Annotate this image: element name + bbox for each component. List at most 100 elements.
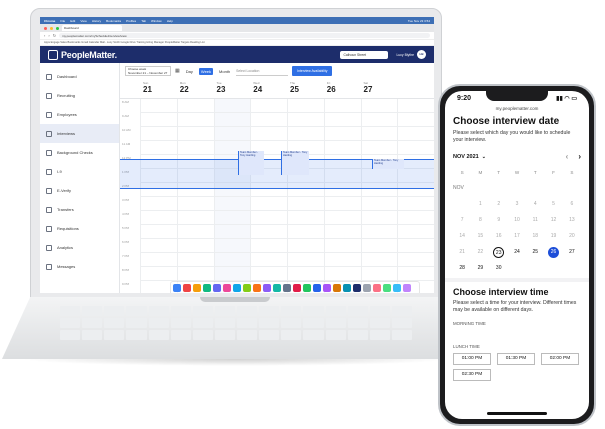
time-cell[interactable] xyxy=(251,211,287,225)
time-cell[interactable] xyxy=(177,99,214,113)
dock-app-icon[interactable] xyxy=(253,284,261,292)
sidebar-item-employees[interactable]: Employees xyxy=(40,105,119,124)
view-month-button[interactable]: Month xyxy=(217,68,232,75)
time-cell[interactable] xyxy=(177,211,214,225)
time-cell[interactable] xyxy=(361,197,398,211)
time-cell[interactable] xyxy=(324,267,361,281)
time-cell[interactable] xyxy=(324,197,361,211)
time-cell[interactable] xyxy=(141,253,177,267)
day-header[interactable]: Thu 25 xyxy=(287,79,324,98)
location-select[interactable]: Select Location xyxy=(236,67,289,76)
time-cell[interactable] xyxy=(288,127,324,141)
day-column[interactable] xyxy=(360,99,398,293)
time-cell[interactable] xyxy=(251,253,287,267)
time-cell[interactable] xyxy=(251,239,287,253)
time-cell[interactable] xyxy=(214,211,251,225)
time-cell[interactable] xyxy=(141,99,177,113)
selected-date[interactable]: 26 xyxy=(548,247,560,258)
time-slot[interactable]: 02:00 PM xyxy=(541,353,579,365)
day-header[interactable]: Wed 24 xyxy=(250,79,287,98)
menubar-item[interactable]: View xyxy=(80,19,86,23)
time-cell[interactable] xyxy=(398,99,434,113)
time-cell[interactable] xyxy=(288,253,324,267)
sidebar-item-dashboard[interactable]: Dashboard xyxy=(40,67,119,86)
menubar-item[interactable]: Help xyxy=(167,19,173,23)
sidebar-item-transfers[interactable]: Transfers xyxy=(40,200,119,219)
menubar-item[interactable]: Edit xyxy=(70,19,75,23)
dock-app-icon[interactable] xyxy=(243,284,251,292)
calendar-icon[interactable]: ▦ xyxy=(175,68,180,74)
menubar-item[interactable]: History xyxy=(92,19,101,23)
week-picker[interactable]: Choose week November 21 – November 27 xyxy=(125,66,171,76)
forward-icon[interactable]: › xyxy=(48,33,49,38)
time-slot[interactable]: 01:30 PM xyxy=(497,353,535,365)
dock-app-icon[interactable] xyxy=(233,284,241,292)
time-cell[interactable] xyxy=(288,211,324,225)
interview-event[interactable]: Team Member - Tony Harding xyxy=(281,151,309,175)
calendar-day[interactable]: 25 xyxy=(526,247,544,258)
interview-availability-button[interactable]: Interview Availability xyxy=(292,66,333,76)
reload-icon[interactable]: ↻ xyxy=(53,33,56,38)
day-column[interactable] xyxy=(323,99,361,293)
time-cell[interactable] xyxy=(214,197,251,211)
time-cell[interactable] xyxy=(214,225,251,239)
time-cell[interactable] xyxy=(214,99,251,113)
month-select[interactable]: NOV 2021 xyxy=(453,154,479,160)
time-cell[interactable] xyxy=(177,267,214,281)
time-cell[interactable] xyxy=(361,113,398,127)
time-cell[interactable] xyxy=(141,141,177,155)
time-cell[interactable] xyxy=(141,267,177,281)
time-cell[interactable] xyxy=(324,113,361,127)
menubar-item[interactable]: Tab xyxy=(141,19,146,23)
time-cell[interactable] xyxy=(398,253,434,267)
dock-app-icon[interactable] xyxy=(373,284,381,292)
time-cell[interactable] xyxy=(324,127,361,141)
time-cell[interactable] xyxy=(214,127,251,141)
time-cell[interactable] xyxy=(398,239,434,253)
sidebar-item-recruiting[interactable]: Recruiting xyxy=(40,86,119,105)
dock-app-icon[interactable] xyxy=(173,284,181,292)
time-cell[interactable] xyxy=(398,127,434,141)
dock-app-icon[interactable] xyxy=(263,284,271,292)
menubar-item[interactable]: Bookmarks xyxy=(106,19,121,23)
day-column[interactable] xyxy=(140,99,177,293)
time-cell[interactable] xyxy=(324,225,361,239)
time-cell[interactable] xyxy=(398,197,434,211)
time-cell[interactable] xyxy=(361,253,398,267)
day-header[interactable]: Fri 26 xyxy=(324,79,361,98)
dock-app-icon[interactable] xyxy=(343,284,351,292)
menubar-item[interactable]: File xyxy=(60,19,65,23)
time-cell[interactable] xyxy=(141,127,177,141)
dock-app-icon[interactable] xyxy=(273,284,281,292)
time-cell[interactable] xyxy=(398,113,434,127)
dock-app-icon[interactable] xyxy=(193,284,201,292)
dock-app-icon[interactable] xyxy=(363,284,371,292)
time-cell[interactable] xyxy=(288,267,324,281)
sidebar-item-requisitions[interactable]: Requisitions xyxy=(40,219,119,238)
time-cell[interactable] xyxy=(177,127,214,141)
time-cell[interactable] xyxy=(214,253,251,267)
sidebar-item-i-9[interactable]: I-9 xyxy=(40,162,119,181)
time-cell[interactable] xyxy=(324,253,361,267)
day-column[interactable] xyxy=(176,99,214,293)
time-cell[interactable] xyxy=(288,99,324,113)
day-column[interactable] xyxy=(213,99,251,293)
calendar-day[interactable]: 23 xyxy=(493,247,505,258)
browser-tab[interactable]: Dashboard xyxy=(62,25,122,31)
dock-app-icon[interactable] xyxy=(183,284,191,292)
time-cell[interactable] xyxy=(361,211,398,225)
time-cell[interactable] xyxy=(177,239,214,253)
time-cell[interactable] xyxy=(324,239,361,253)
dock-app-icon[interactable] xyxy=(313,284,321,292)
time-cell[interactable] xyxy=(251,127,287,141)
time-cell[interactable] xyxy=(177,253,214,267)
day-header[interactable]: Sun 21 xyxy=(140,79,177,98)
time-cell[interactable] xyxy=(214,113,251,127)
sidebar-item-background-checks[interactable]: Background Checks xyxy=(40,143,119,162)
sidebar-item-analytics[interactable]: Analytics xyxy=(40,238,119,257)
calendar-day[interactable]: 27 xyxy=(563,247,581,258)
dock-app-icon[interactable] xyxy=(403,284,411,292)
time-cell[interactable] xyxy=(141,113,177,127)
chevron-down-icon[interactable]: ⌄ xyxy=(482,154,486,160)
time-cell[interactable] xyxy=(141,239,177,253)
